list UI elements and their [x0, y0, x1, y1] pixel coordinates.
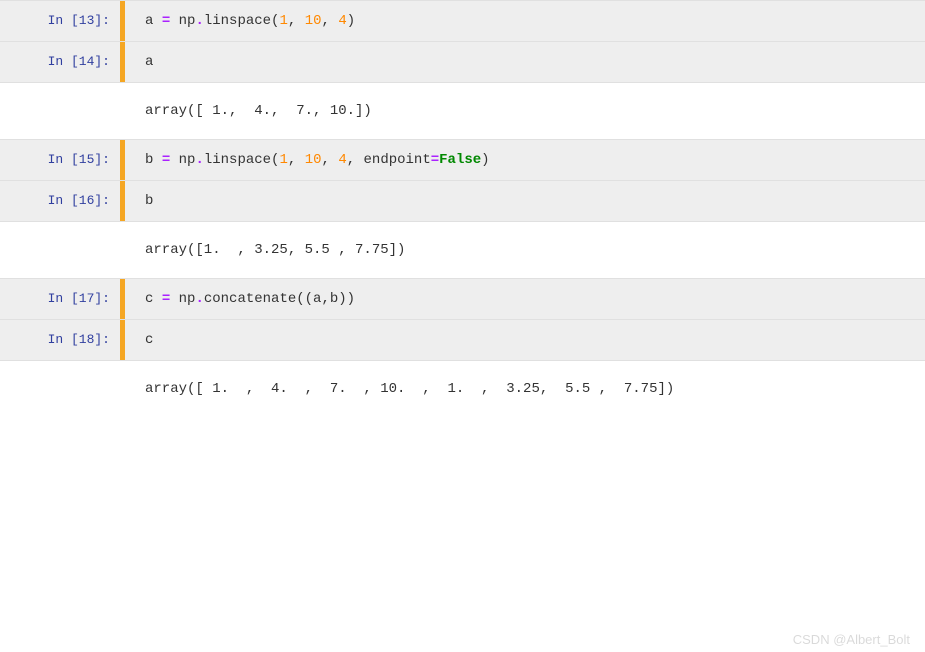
- code-token: ,: [322, 13, 339, 29]
- code-token: ): [481, 152, 489, 168]
- cell-prompt: In [13]:: [0, 1, 120, 41]
- cell-prompt: In [16]:: [0, 181, 120, 221]
- input-cell: In [16]: b: [0, 180, 925, 221]
- code-content[interactable]: c: [125, 320, 925, 360]
- input-cell: In [18]: c: [0, 319, 925, 360]
- output-content: array([ 1., 4., 7., 10.]): [125, 83, 925, 139]
- code-token: b: [145, 152, 162, 168]
- output-cell: array([1. , 3.25, 5.5 , 7.75]): [0, 221, 925, 278]
- code-token: ,: [322, 152, 339, 168]
- cell-prompt: In [18]:: [0, 320, 120, 360]
- code-token: .: [195, 291, 203, 307]
- input-cell: In [13]:a = np.linspace(1, 10, 4): [0, 0, 925, 41]
- code-token: 1: [279, 152, 287, 168]
- code-token: =: [431, 152, 439, 168]
- code-token: , endpoint: [347, 152, 431, 168]
- code-content[interactable]: a = np.linspace(1, 10, 4): [125, 1, 925, 41]
- code-token: 10: [305, 152, 322, 168]
- code-token: ): [347, 13, 355, 29]
- code-token: a: [145, 54, 153, 70]
- code-token: =: [162, 291, 170, 307]
- cell-prompt: In [17]:: [0, 279, 120, 319]
- code-token: 1: [279, 13, 287, 29]
- code-content[interactable]: b = np.linspace(1, 10, 4, endpoint=False…: [125, 140, 925, 180]
- code-token: False: [439, 152, 481, 168]
- cell-prompt: [0, 361, 120, 417]
- code-content[interactable]: c = np.concatenate((a,b)): [125, 279, 925, 319]
- code-token: 4: [338, 152, 346, 168]
- input-cell: In [14]: a: [0, 41, 925, 82]
- code-token: 10: [305, 13, 322, 29]
- cell-prompt: [0, 83, 120, 139]
- code-token: ,: [288, 152, 305, 168]
- code-token: np: [170, 13, 195, 29]
- cell-prompt: In [15]:: [0, 140, 120, 180]
- input-cell: In [17]:c = np.concatenate((a,b)): [0, 278, 925, 319]
- code-token: linspace(: [204, 13, 280, 29]
- code-token: b: [145, 193, 153, 209]
- code-token: linspace(: [204, 152, 280, 168]
- code-token: np: [170, 291, 195, 307]
- code-token: ,: [288, 13, 305, 29]
- code-token: a: [145, 13, 162, 29]
- output-content: array([1. , 3.25, 5.5 , 7.75]): [125, 222, 925, 278]
- code-token: concatenate((a,b)): [204, 291, 355, 307]
- cell-prompt: [0, 222, 120, 278]
- code-content[interactable]: b: [125, 181, 925, 221]
- code-token: =: [162, 152, 170, 168]
- code-token: .: [195, 13, 203, 29]
- notebook-container: In [13]:a = np.linspace(1, 10, 4)In [14]…: [0, 0, 925, 417]
- cells-root: In [13]:a = np.linspace(1, 10, 4)In [14]…: [0, 0, 925, 417]
- output-cell: array([ 1., 4., 7., 10.]): [0, 82, 925, 139]
- watermark: CSDN @Albert_Bolt: [793, 632, 910, 647]
- code-token: =: [162, 13, 170, 29]
- code-content[interactable]: a: [125, 42, 925, 82]
- code-token: np: [170, 152, 195, 168]
- code-token: c: [145, 332, 153, 348]
- code-token: .: [195, 152, 203, 168]
- code-token: 4: [338, 13, 346, 29]
- code-token: c: [145, 291, 162, 307]
- output-content: array([ 1. , 4. , 7. , 10. , 1. , 3.25, …: [125, 361, 925, 417]
- output-cell: array([ 1. , 4. , 7. , 10. , 1. , 3.25, …: [0, 360, 925, 417]
- input-cell: In [15]:b = np.linspace(1, 10, 4, endpoi…: [0, 139, 925, 180]
- cell-prompt: In [14]:: [0, 42, 120, 82]
